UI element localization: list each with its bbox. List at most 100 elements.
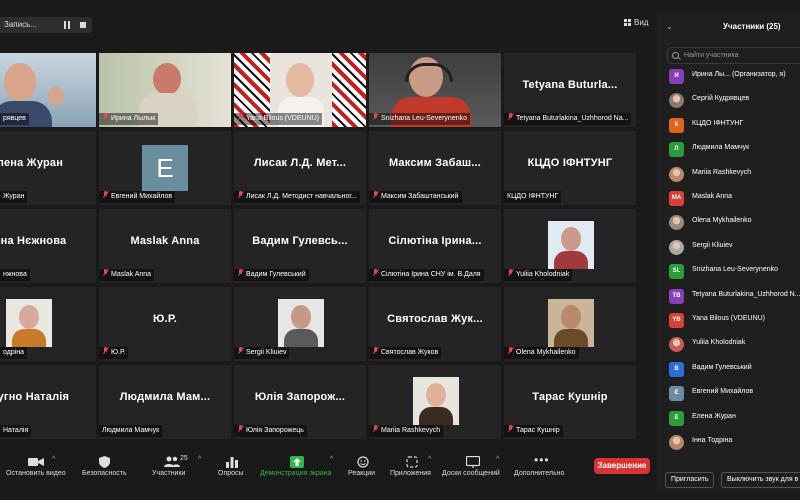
video-tile[interactable]: Святослав Жук... Святослав Жуков [369,287,501,361]
participant-name-text: Olena Mykhailenko [516,349,576,356]
stop-video-button[interactable]: ^ Остановить видео [4,448,70,490]
video-tile[interactable]: Ирина Лылык [99,53,231,127]
chat-caret-icon[interactable]: ^ [496,456,499,463]
participants-button[interactable]: 25 ^ Участники [148,448,204,490]
video-tile[interactable]: Тарас Кушнір Тарас Кушнір [504,365,636,439]
video-tile[interactable]: Людмила Мам... Людмила Мамчук [99,365,231,439]
participant-list-name: Maslak Anna [692,193,733,200]
apps-button[interactable]: ^ Приложения [388,448,438,490]
video-tile[interactable]: рявцев [0,53,96,127]
participant-list-item[interactable]: E Евгений Михайлов [669,385,800,403]
video-tile[interactable]: Olena Mykhailenko [504,287,636,361]
security-button[interactable]: Безопасность [80,448,130,490]
video-tile[interactable]: Сілютіна Ірина... Сілютіна Ірина СНУ ім. … [369,209,501,283]
video-tile[interactable]: ина Нєжнова нжнова [0,209,96,283]
participants-panel: ⌄ Участники (25) Найти участника И Ирина … [657,14,800,500]
participant-list-item[interactable]: Л Людмила Мамчук [669,141,800,159]
mute-all-button[interactable]: Выключить звук для в [721,472,800,488]
invite-button[interactable]: Пригласить [665,472,715,488]
meeting-toolbar: ^ Остановить видео Безопасность 25 ^ Уча… [0,448,656,490]
video-tile[interactable]: одріна [0,287,96,361]
reactions-button[interactable]: Реакции [346,448,380,490]
view-button[interactable]: Вид [624,18,648,27]
muted-mic-icon [507,425,514,433]
video-tile[interactable]: Yuliia Kholodniak [504,209,636,283]
participant-name-text: КЦДО ІФНТУНГ [507,193,559,200]
participant-list-item[interactable]: Сергій Кудрявцев [669,92,800,110]
shield-icon [99,456,110,468]
video-tile[interactable]: Юлія Запорож... Юлія Запорожець [234,365,366,439]
muted-mic-icon [372,191,379,199]
participant-list-item[interactable]: Sergii Kliuiev [669,239,800,257]
share-screen-button[interactable]: ^ Демонстрация экрана [258,448,338,490]
participant-name-caption: Tetyana Buturlakina_Uzhhorod Na... [504,113,632,125]
video-options-caret-icon[interactable]: ^ [52,456,55,463]
participants-panel-header: ⌄ Участники (25) [657,14,800,40]
muted-mic-icon [237,191,244,199]
reactions-label: Реакции [348,470,376,477]
participant-list-name: Sergii Kliuiev [692,241,733,249]
video-tile[interactable]: Yana Bilous (VDEUNU) [234,53,366,127]
video-tile[interactable]: Вадим Гулевсь... Вадим Гулевський [234,209,366,283]
participant-name-caption: Наталія [0,425,32,437]
participant-name-caption: Тарас Кушнір [504,425,563,437]
polls-button[interactable]: Опросы [214,448,250,490]
video-tile[interactable]: Maslak Anna Maslak Anna [99,209,231,283]
video-tile[interactable]: Ю.Р. Ю.Р. [99,287,231,361]
participant-list-item[interactable]: Інна Тодріна [669,434,800,452]
participant-name-caption: Евгений Михайлов [99,191,176,203]
participant-list-name: Tetyana Buturlakina_Uzhhorod N... [692,290,800,298]
participant-list-item[interactable]: Olena Mykhailenko [669,214,800,232]
apps-caret-icon[interactable]: ^ [428,456,431,463]
participant-name-caption: Сілютіна Ірина СНУ ім. В.Даля [369,269,484,281]
more-button[interactable]: ••• Дополнительно [510,448,572,490]
participant-list-item[interactable]: E Елена Журан [669,410,800,428]
participant-list-item[interactable]: И Ирина Лы... (Организатор, я) [669,68,800,86]
video-tile[interactable]: E Евгений Михайлов [99,131,231,205]
participant-name-caption: Юлія Запорожець [234,425,307,437]
video-tile[interactable]: Mariia Rashkevych [369,365,501,439]
pause-recording-icon[interactable] [64,21,71,29]
participant-name-caption: нжнова [0,269,30,281]
participant-list-item[interactable]: Yuliia Kholodniak [669,336,800,354]
participant-list-name: Snizhana Leu-Severynenko [692,266,779,274]
participant-list-item[interactable]: В Вадим Гулевський [669,361,800,379]
participant-list-name: КЦДО ІФНТУНГ [692,119,744,127]
stop-recording-icon[interactable] [80,22,86,28]
video-tile[interactable]: Лисак Л.Д. Мет... Лисак Л.Д. Методист нав… [234,131,366,205]
video-tile[interactable]: Tetyana Buturla... Tetyana Buturlakina_Uz… [504,53,636,127]
video-tile[interactable]: ругно Наталія Наталія [0,365,96,439]
participant-list-item[interactable]: TB Tetyana Buturlakina_Uzhhorod N... [669,288,800,306]
video-camera-icon [28,458,44,466]
participant-name-text: Ю.Р. [111,349,126,356]
video-tile[interactable]: Sergii Kliuiev [234,287,366,361]
participant-name-caption: Maslak Anna [99,269,155,281]
participant-search-input[interactable]: Найти участника [667,47,800,64]
avatar-photo [548,299,594,347]
video-tile[interactable]: лена Журан Журан [0,131,96,205]
participant-list-item[interactable]: SL Snizhana Leu-Severynenko [669,263,800,281]
video-tile[interactable]: Snizhana Leu-Severynenko [369,53,501,127]
participant-name-caption: Sergii Kliuiev [234,347,290,359]
end-meeting-button[interactable]: Завершение [594,458,650,474]
chat-button[interactable]: ^ Доски сообщений [442,448,504,490]
participant-list-item[interactable]: Mariia Rashkevych [669,166,800,184]
participants-caret-icon[interactable]: ^ [198,456,201,463]
participant-list-name: Елена Журан [692,412,736,420]
video-tile[interactable]: Максим Забаш... Максим Забаштанський [369,131,501,205]
participant-list-item[interactable]: MA Maslak Anna [669,190,800,208]
video-tile[interactable]: КЦДО ІФНТУНГ КЦДО ІФНТУНГ [504,131,636,205]
participant-list-item[interactable]: К КЦДО ІФНТУНГ [669,117,800,135]
bar-chart-icon [226,457,238,468]
participant-name-text: Tetyana Buturlakina_Uzhhorod Na... [516,115,629,122]
muted-mic-icon [372,269,379,277]
participant-list-item[interactable]: YB Yana Bilous (VDEUNU) [669,312,800,330]
participant-name-text: Святослав Жуков [381,349,439,356]
share-options-caret-icon[interactable]: ^ [330,456,333,463]
avatar: YB [669,313,684,328]
avatar [669,435,684,450]
more-dots-icon: ••• [534,453,550,467]
muted-mic-icon [237,347,244,355]
avatar [669,239,684,255]
collapse-chevron-icon[interactable]: ⌄ [666,22,673,31]
